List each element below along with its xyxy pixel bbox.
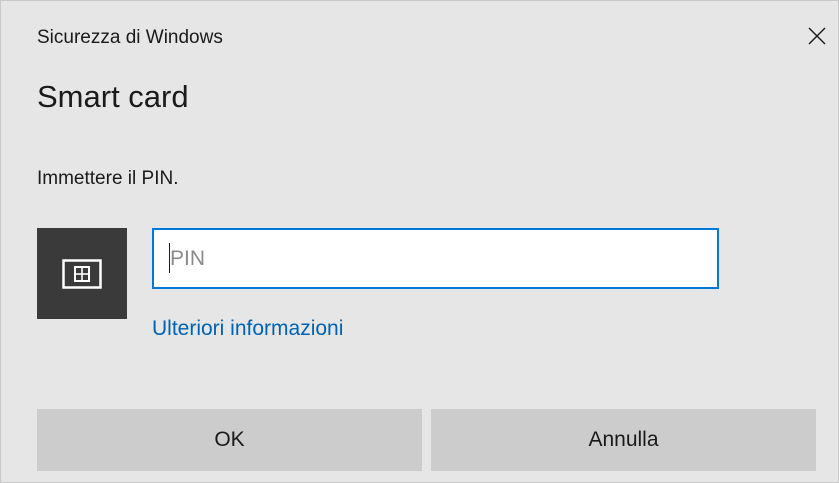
dialog-heading: Smart card (37, 79, 189, 114)
window-title: Sicurezza di Windows (37, 27, 223, 48)
close-icon (808, 27, 826, 45)
pin-prompt: Immettere il PIN. (37, 168, 179, 189)
cancel-button[interactable]: Annulla (431, 409, 816, 471)
smart-card-tile (37, 228, 127, 319)
pin-input[interactable] (152, 228, 719, 289)
text-caret (169, 243, 170, 273)
close-button[interactable] (800, 19, 834, 53)
windows-security-dialog: Sicurezza di Windows Smart card Immetter… (0, 0, 839, 483)
smart-card-icon (62, 258, 102, 289)
ok-button[interactable]: OK (37, 409, 422, 471)
more-info-link[interactable]: Ulteriori informazioni (152, 317, 343, 341)
title-bar: Sicurezza di Windows (1, 1, 838, 71)
